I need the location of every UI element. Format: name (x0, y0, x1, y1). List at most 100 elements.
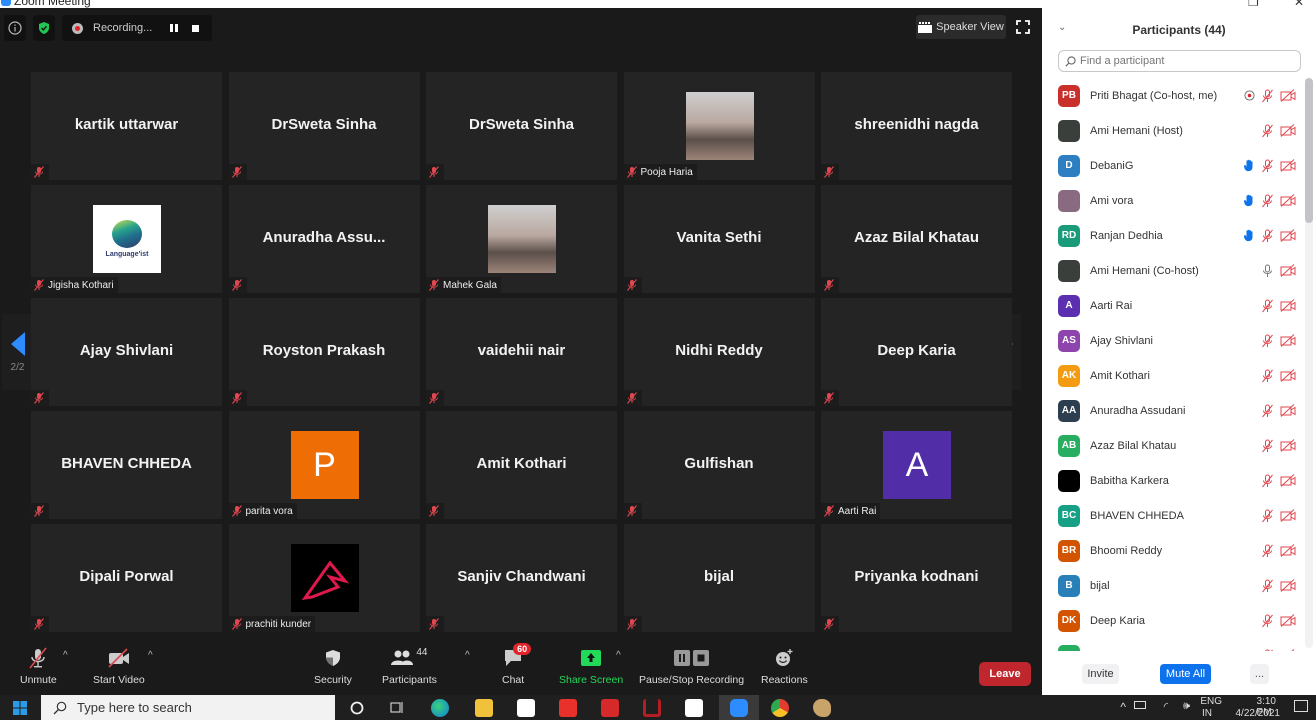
participant-video-tile[interactable]: Royston Prakash (228, 298, 420, 406)
input-language[interactable]: ENG (1200, 696, 1222, 707)
participant-video-tile[interactable]: Nidhi Reddy (623, 298, 815, 406)
video-options-caret[interactable]: ^ (148, 650, 153, 661)
participant-list-item[interactable]: Bbijal (1042, 568, 1304, 603)
video-off-icon[interactable] (1280, 369, 1296, 382)
mic-muted-icon[interactable] (1261, 404, 1274, 418)
mic-muted-icon[interactable] (1261, 124, 1274, 138)
mic-muted-icon[interactable] (1261, 229, 1274, 243)
participant-list-item[interactable]: AA Anuradha Assudani (1042, 393, 1304, 428)
video-off-icon[interactable] (1280, 194, 1296, 207)
mic-muted-icon[interactable] (1261, 159, 1274, 173)
video-off-icon[interactable] (1280, 334, 1296, 347)
reactions-button[interactable]: Reactions (761, 645, 808, 686)
invite-button[interactable]: Invite (1082, 664, 1119, 684)
mic-muted-icon[interactable] (1261, 579, 1274, 593)
video-off-icon[interactable] (1280, 299, 1296, 312)
participant-list-item[interactable]: Ami Hemani (Co-host) (1042, 253, 1304, 288)
chrome-icon[interactable] (771, 699, 789, 717)
mic-on-icon[interactable] (1261, 264, 1274, 278)
audio-options-caret[interactable]: ^ (63, 650, 68, 661)
mcafee-icon[interactable] (643, 699, 661, 717)
encryption-shield-button[interactable] (33, 15, 55, 41)
pause-recording-icon[interactable] (170, 24, 179, 32)
participant-search[interactable] (1058, 50, 1301, 72)
participant-list-scrollbar[interactable] (1305, 78, 1313, 648)
participant-list-item[interactable]: AS Ajay Shivlani (1042, 323, 1304, 358)
fullscreen-icon[interactable] (1016, 20, 1030, 34)
video-off-icon[interactable] (1280, 229, 1296, 242)
scrollbar-thumb[interactable] (1305, 78, 1313, 223)
volume-icon[interactable]: 🕪 (1183, 700, 1190, 713)
windows-start-icon[interactable] (13, 701, 27, 715)
chat-button[interactable]: 60 Chat (502, 643, 532, 686)
edge-browser-icon[interactable] (431, 699, 449, 717)
participant-video-tile[interactable]: Anuradha Assu... (228, 185, 420, 293)
participant-video-tile[interactable]: Amit Kothari (426, 411, 617, 519)
speaker-view-button[interactable]: Speaker View (916, 15, 1006, 39)
more-options-button[interactable]: ... (1250, 664, 1269, 684)
participant-list-item[interactable]: AB Azaz Bilal Khatau (1042, 428, 1304, 463)
microsoft-store-icon[interactable] (517, 699, 535, 717)
mic-muted-icon[interactable] (1261, 369, 1274, 383)
wifi-icon[interactable]: ◜ (1164, 700, 1168, 713)
video-off-icon[interactable] (1280, 439, 1296, 452)
leave-button[interactable]: Leave (979, 662, 1031, 686)
participant-video-tile[interactable]: bijal (623, 524, 815, 632)
mic-muted-icon[interactable] (1261, 439, 1274, 453)
mic-muted-icon[interactable] (1261, 544, 1274, 558)
meeting-info-button[interactable] (4, 15, 26, 41)
taskbar-search-box[interactable]: Type here to search (41, 695, 335, 720)
participant-video-tile[interactable]: Language'ist Jigisha Kothari (31, 185, 222, 293)
mic-muted-icon[interactable] (1261, 194, 1274, 208)
mic-muted-icon[interactable] (1261, 334, 1274, 348)
participant-video-tile[interactable]: DrSweta Sinha (228, 72, 420, 180)
participant-video-tile[interactable]: BHAVEN CHHEDA (31, 411, 222, 519)
video-off-icon[interactable] (1280, 579, 1296, 592)
video-off-icon[interactable] (1280, 89, 1296, 102)
file-explorer-icon[interactable] (475, 699, 493, 717)
participant-video-tile[interactable]: Ajay Shivlani (31, 298, 222, 406)
mic-muted-icon[interactable] (1261, 474, 1274, 488)
participants-button[interactable]: 44 Participants (382, 645, 437, 686)
participant-video-tile[interactable]: A Aarti Rai (821, 411, 1012, 519)
participant-video-tile[interactable]: shreenidhi nagda (821, 72, 1012, 180)
video-off-icon[interactable] (1280, 509, 1296, 522)
mic-muted-icon[interactable] (1261, 649, 1274, 652)
participant-video-tile[interactable]: Vanita Sethi (623, 185, 815, 293)
participant-list-item[interactable] (1042, 638, 1304, 651)
zoom-taskbar-active[interactable] (719, 695, 759, 720)
office-app-icon[interactable] (601, 699, 619, 717)
participant-video-tile[interactable]: Pooja Haria (623, 72, 815, 180)
video-off-icon[interactable] (1280, 159, 1296, 172)
video-off-icon[interactable] (1280, 404, 1296, 417)
video-off-icon[interactable] (1280, 474, 1296, 487)
security-button[interactable]: Security (314, 645, 352, 686)
participant-list-item[interactable]: Ami vora (1042, 183, 1304, 218)
share-screen-button[interactable]: Share Screen (559, 645, 623, 686)
cortana-icon[interactable] (350, 701, 364, 715)
participant-list-item[interactable]: PB Priti Bhagat (Co-host, me) (1042, 78, 1304, 113)
previous-page-button[interactable]: 2/2 (2, 314, 33, 390)
mute-all-button[interactable]: Mute All (1160, 664, 1211, 684)
pause-stop-recording-button[interactable]: Pause/Stop Recording (639, 645, 744, 686)
restore-window-button[interactable]: ❐ (1248, 0, 1259, 8)
participant-video-tile[interactable]: vaidehii nair (426, 298, 617, 406)
close-window-button[interactable]: ✕ (1294, 0, 1304, 8)
participant-list-item[interactable]: A Aarti Rai (1042, 288, 1304, 323)
show-hidden-icons-caret[interactable]: ^ (1120, 700, 1126, 714)
task-view-icon[interactable] (390, 700, 404, 715)
start-video-button[interactable]: Start Video (93, 645, 145, 686)
mic-muted-icon[interactable] (1261, 299, 1274, 313)
participant-video-tile[interactable]: Azaz Bilal Khatau (821, 185, 1012, 293)
video-off-icon[interactable] (1280, 649, 1296, 651)
participant-list-item[interactable]: Babitha Karkera (1042, 463, 1304, 498)
participant-video-tile[interactable]: Deep Karia (821, 298, 1012, 406)
mic-muted-icon[interactable] (1261, 509, 1274, 523)
video-off-icon[interactable] (1280, 124, 1296, 137)
red-app-icon[interactable] (559, 699, 577, 717)
participant-list-item[interactable]: Ami Hemani (Host) (1042, 113, 1304, 148)
mail-icon[interactable] (685, 699, 703, 717)
participant-list-item[interactable]: AK Amit Kothari (1042, 358, 1304, 393)
participant-list-item[interactable]: RD Ranjan Dedhia (1042, 218, 1304, 253)
participant-list-item[interactable]: BC BHAVEN CHHEDA (1042, 498, 1304, 533)
